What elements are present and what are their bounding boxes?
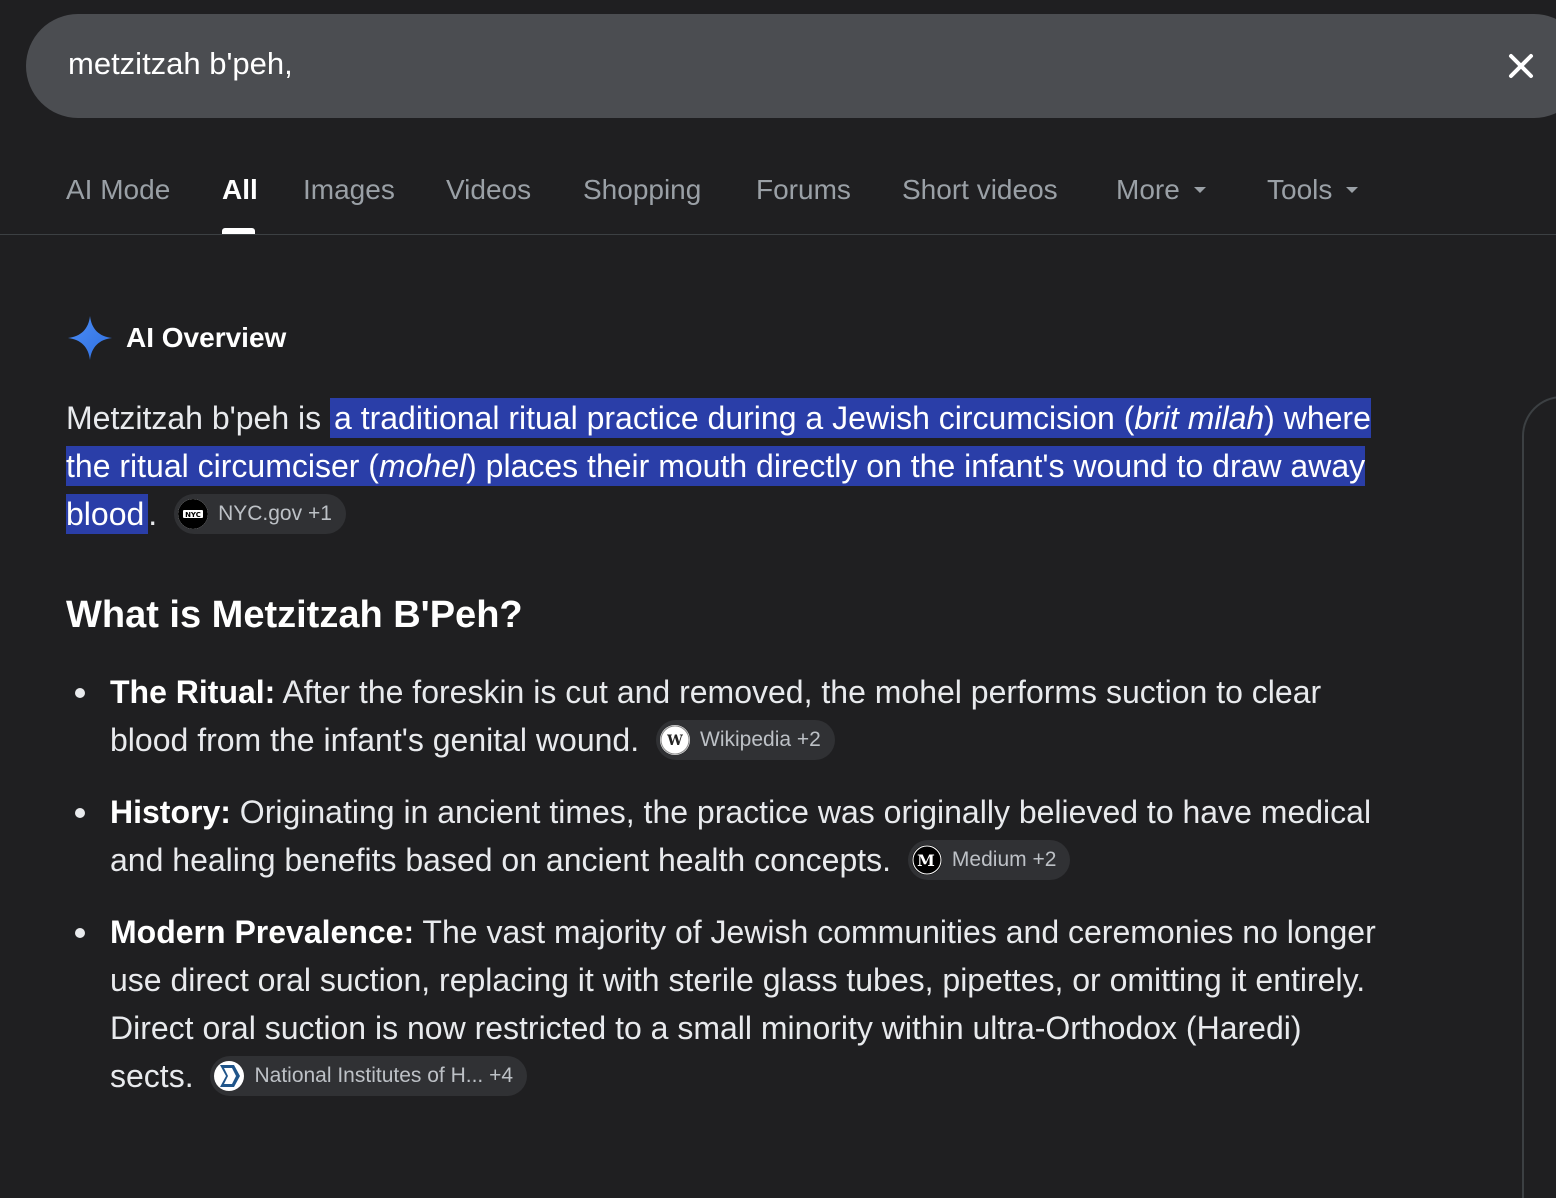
citation-label: NYC.gov +1 bbox=[218, 501, 332, 525]
tab-ai-mode[interactable]: AI Mode bbox=[66, 172, 170, 208]
tab-images[interactable]: Images bbox=[303, 172, 395, 208]
tab-shopping[interactable]: Shopping bbox=[583, 172, 701, 208]
list-item: The Ritual: After the foreskin is cut an… bbox=[75, 668, 1376, 764]
svg-text:M: M bbox=[917, 851, 935, 870]
bullet-dot bbox=[75, 928, 85, 938]
section-heading: What is Metzitzah B'Peh? bbox=[66, 594, 523, 636]
tools-label: Tools bbox=[1267, 174, 1333, 205]
citation-nyc[interactable]: NYC NYC.gov +1 bbox=[174, 493, 346, 534]
list-item: History: Originating in ancient times, t… bbox=[75, 788, 1376, 884]
bullet-label: History: bbox=[110, 794, 231, 830]
side-panel-edge bbox=[1522, 396, 1556, 1198]
nyc-logo-icon: NYC bbox=[178, 498, 209, 529]
citation-medium[interactable]: M Medium +2 bbox=[907, 839, 1071, 880]
highlight-text-1: a traditional ritual practice during a J… bbox=[334, 400, 1135, 436]
chevron-down-icon bbox=[1346, 186, 1359, 193]
ai-overview-header: AI Overview bbox=[66, 313, 286, 363]
ai-overview-content: Metzitzah b'peh is a traditional ritual … bbox=[66, 394, 1376, 1124]
svg-text:W: W bbox=[666, 733, 683, 749]
bullet-label: Modern Prevalence: bbox=[110, 914, 415, 950]
citation-nih[interactable]: National Institutes of H... +4 bbox=[210, 1055, 528, 1096]
medium-logo-icon: M bbox=[911, 844, 942, 875]
highlight-italic-1: brit milah bbox=[1134, 400, 1265, 436]
search-tabs: AI Mode All Images Videos Shopping Forum… bbox=[0, 150, 1556, 235]
bullet-dot bbox=[75, 808, 85, 818]
nih-logo-icon bbox=[214, 1060, 245, 1091]
tab-short-videos[interactable]: Short videos bbox=[902, 172, 1058, 208]
bullet-text: Originating in ancient times, the practi… bbox=[110, 794, 1372, 878]
highlight-italic-2: mohel bbox=[378, 448, 467, 484]
intro-prefix: Metzitzah b'peh is bbox=[66, 400, 331, 436]
intro-paragraph: Metzitzah b'peh is a traditional ritual … bbox=[66, 394, 1376, 538]
citation-label: National Institutes of H... +4 bbox=[254, 1063, 514, 1087]
tab-videos[interactable]: Videos bbox=[446, 172, 531, 208]
active-tab-indicator bbox=[222, 228, 255, 234]
sparkle-icon bbox=[68, 316, 112, 360]
chevron-down-icon bbox=[1193, 186, 1206, 193]
tab-more-label: More bbox=[1116, 174, 1180, 205]
citation-label: Wikipedia +2 bbox=[700, 727, 821, 751]
tools-button[interactable]: Tools bbox=[1267, 172, 1359, 208]
search-bar[interactable]: metzitzah b'peh, bbox=[26, 14, 1556, 118]
citation-wikipedia[interactable]: W Wikipedia +2 bbox=[656, 719, 835, 760]
citation-label: Medium +2 bbox=[951, 847, 1057, 871]
svg-text:NYC: NYC bbox=[185, 511, 201, 519]
tab-all[interactable]: All bbox=[222, 172, 258, 208]
bullet-list: The Ritual: After the foreskin is cut an… bbox=[66, 668, 1376, 1100]
clear-search-button[interactable] bbox=[1499, 44, 1543, 88]
bullet-dot bbox=[75, 688, 85, 698]
tab-forums[interactable]: Forums bbox=[756, 172, 851, 208]
intro-suffix: . bbox=[148, 496, 158, 532]
bullet-label: The Ritual: bbox=[110, 674, 276, 710]
list-item: Modern Prevalence: The vast majority of … bbox=[75, 908, 1376, 1100]
search-input[interactable]: metzitzah b'peh, bbox=[68, 44, 293, 84]
tab-more[interactable]: More bbox=[1116, 172, 1206, 208]
close-icon bbox=[1509, 54, 1533, 78]
wikipedia-logo-icon: W bbox=[660, 724, 690, 755]
ai-overview-title: AI Overview bbox=[126, 322, 287, 353]
